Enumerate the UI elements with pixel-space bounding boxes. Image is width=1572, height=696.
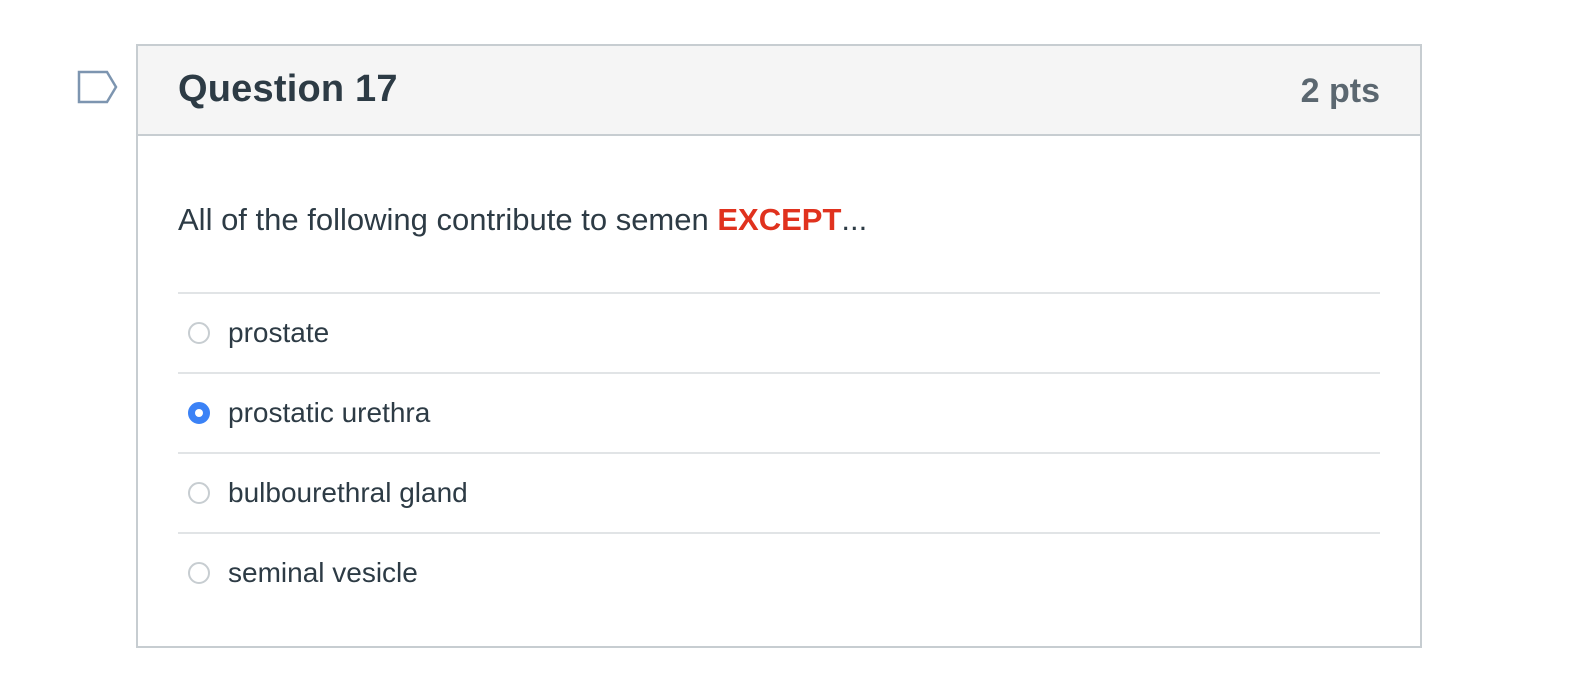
radio-button[interactable] [188, 482, 210, 504]
answer-option-prostatic-urethra[interactable]: prostatic urethra [178, 374, 1380, 454]
answer-label[interactable]: seminal vesicle [228, 557, 418, 589]
answer-option-prostate[interactable]: prostate [178, 294, 1380, 374]
question-points: 2 pts [1300, 72, 1380, 110]
answer-label[interactable]: prostatic urethra [228, 397, 430, 429]
question-card: Question 17 2 pts All of the following c… [136, 44, 1422, 648]
radio-button[interactable] [188, 562, 210, 584]
answer-label[interactable]: bulbourethral gland [228, 477, 468, 509]
question-body: All of the following contribute to semen… [138, 200, 1420, 612]
answer-option-bulbourethral-gland[interactable]: bulbourethral gland [178, 454, 1380, 534]
answer-list: prostate prostatic urethra bulbourethral… [178, 292, 1380, 612]
question-title: Question 17 [178, 68, 398, 110]
question-text-main: All of the following contribute to semen [178, 202, 718, 237]
radio-button[interactable] [188, 322, 210, 344]
question-text: All of the following contribute to semen… [178, 200, 1380, 240]
answer-option-seminal-vesicle[interactable]: seminal vesicle [178, 534, 1380, 612]
question-header: Question 17 2 pts [138, 46, 1420, 136]
answer-label[interactable]: prostate [228, 317, 329, 349]
flag-question-icon[interactable] [77, 70, 119, 106]
question-text-emphasis: EXCEPT [717, 202, 842, 237]
radio-button[interactable] [188, 402, 210, 424]
question-text-ellipsis: ... [841, 202, 868, 237]
